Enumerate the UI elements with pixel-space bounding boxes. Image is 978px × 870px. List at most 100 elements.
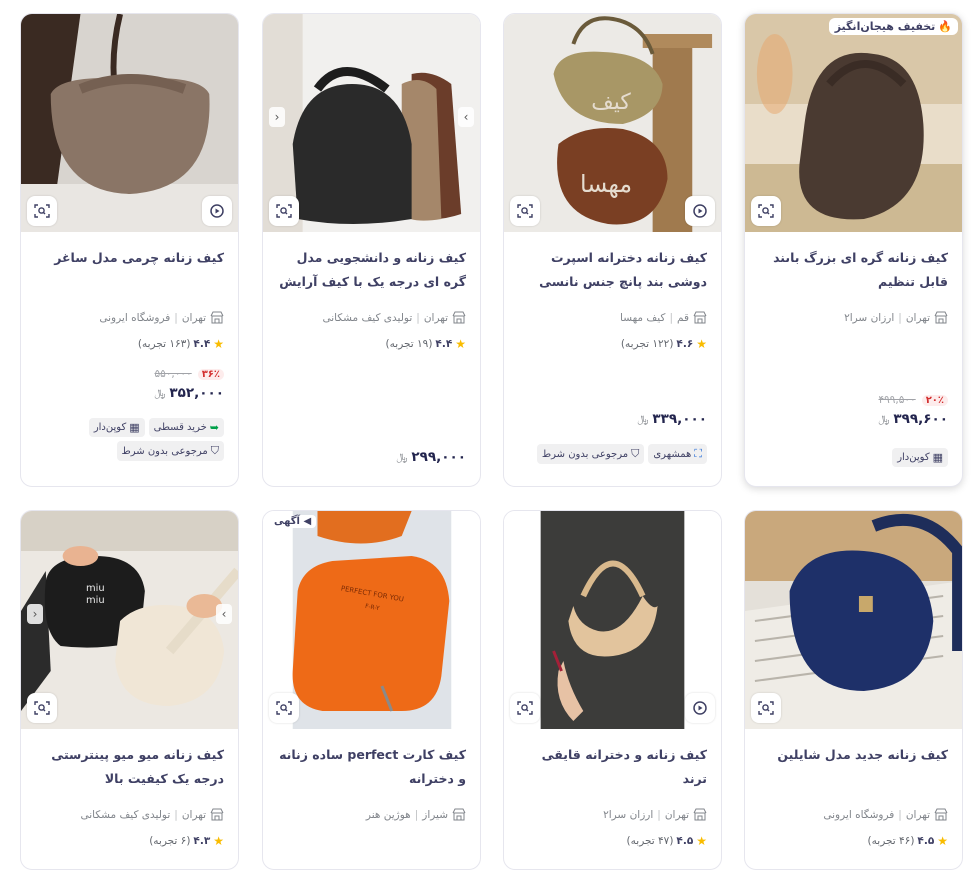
rating: ★ ۴.۵ (۴۶ تجربه) [867,834,948,848]
product-image[interactable]: کیف مهسا [504,14,721,232]
star-icon: ★ [455,337,466,351]
product-image[interactable]: ‹ › [263,14,480,232]
shop-icon [452,808,466,821]
shop-city: تهران [181,809,206,821]
similar-search-button[interactable] [269,196,299,226]
shop-icon [934,808,948,821]
scan-search-icon [34,204,50,218]
similar-search-button[interactable] [510,196,540,226]
shield-check-icon: ⛉ [631,447,640,460]
video-button[interactable] [685,693,715,723]
prev-image-button[interactable]: ‹ [269,107,285,127]
tags: ⛶ همشهری ⛉ مرجوعی بدون شرط [518,444,707,464]
similar-search-button[interactable] [751,196,781,226]
shop-name[interactable]: ارزان سرا۲ [603,809,653,821]
star-icon: ★ [213,834,224,848]
scan-search-icon [34,701,50,715]
discount-badge: ۳۶٪ [197,368,224,380]
shop-city: تهران [181,312,206,324]
ad-badge: ◀ آگهی [269,515,317,528]
product-card[interactable]: PERFECT FOR YOU F-R-Y ◀ آگهی کیف کارت pe… [262,510,481,870]
rating: ★ ۴.۵ (۴۷ تجربه) [626,834,707,848]
old-price: ۵۵۰,۰۰۰ [154,368,192,380]
shop-info: تهران | فروشگاه ایرونی [759,805,948,825]
toman-icon: ﷼ [878,413,890,425]
scan-search-icon [517,204,533,218]
product-card[interactable]: 🔥 تخفیف هیجان‌انگیز کیف زنانه گره ای بزرگ… [744,13,963,487]
rating: ★ ۴.۴ (۱۶۳ تجربه) [137,337,224,351]
return-tag: ⛉ مرجوعی بدون شرط [536,444,645,464]
shop-name[interactable]: فروشگاه ایرونی [99,312,170,324]
shop-icon [693,311,707,324]
shop-info: تهران | فروشگاه ایرونی [35,308,224,328]
shop-city: تهران [423,312,448,324]
shop-name[interactable]: تولیدی کیف مشکانی [322,312,412,324]
shop-name[interactable]: کیف مهسا [620,312,665,324]
price: ﷼ ۳۹۹,۶۰۰ [878,411,948,427]
product-image[interactable]: PERFECT FOR YOU F-R-Y ◀ آگهی [263,511,480,729]
shop-name[interactable]: ارزان سرا۲ [844,312,894,324]
toman-icon: ﷼ [154,387,166,399]
product-title[interactable]: کیف زنانه چرمی مدل ساغر [35,246,224,294]
product-image[interactable] [504,511,721,729]
product-image[interactable]: 🔥 تخفیف هیجان‌انگیز [745,14,962,232]
star-icon: ★ [937,834,948,848]
product-image[interactable] [745,511,962,729]
product-title[interactable]: کیف زنانه میو میو پینترستی درجه یک کیفیت… [35,743,224,791]
next-image-button[interactable]: › [458,107,474,127]
shop-city: تهران [905,312,930,324]
product-title[interactable]: کیف کارت perfect ساده زنانه و دخترانه [277,743,466,791]
product-title[interactable]: کیف زنانه و دانشجویی مدل گره ای درجه یک … [277,246,466,294]
shop-info: تهران | ارزان سرا۲ [518,805,707,825]
scan-search-icon [517,701,533,715]
video-button[interactable] [685,196,715,226]
image-text: مهسا [580,170,632,198]
product-title[interactable]: کیف زنانه جدید مدل شایلین [759,743,948,791]
product-image[interactable]: miu miu ‹ › [21,511,238,729]
product-grid: 🔥 تخفیف هیجان‌انگیز کیف زنانه گره ای بزرگ… [0,0,978,870]
product-title[interactable]: کیف زنانه دخترانه اسپرت دوشی بند پانچ جن… [518,246,707,294]
similar-search-button[interactable] [27,693,57,723]
similar-search-button[interactable] [751,693,781,723]
next-image-button[interactable]: › [216,604,232,624]
product-image[interactable] [21,14,238,232]
coupon-icon: ▦ [932,451,943,464]
return-tag: ⛉ مرجوعی بدون شرط [116,441,224,461]
coupon-tag: ▦ کوپن‌دار [88,418,145,437]
shop-info: تهران | تولیدی کیف مشکانی [277,308,466,328]
prev-image-button[interactable]: ‹ [27,604,43,624]
installment-tag: ➥ خرید قسطی [148,418,224,437]
product-card[interactable]: ‹ › کیف زنانه و دانشجویی مدل گره ای درجه… [262,13,481,487]
similar-search-button[interactable] [269,693,299,723]
hamshahri-tag: ⛶ همشهری [648,444,707,464]
product-title[interactable]: کیف زنانه و دخترانه قایقی ترند [518,743,707,791]
product-card[interactable]: کیف مهسا کیف زنانه دخترانه اسپرت دوشی بن… [503,13,722,487]
product-card[interactable]: کیف زنانه جدید مدل شایلین تهران | فروشگا… [744,510,963,870]
shop-info: قم | کیف مهسا [518,308,707,328]
shop-name[interactable]: تولیدی کیف مشکانی [80,809,170,821]
star-icon: ★ [213,337,224,351]
coupon-tag: ▦ کوپن‌دار [892,448,948,467]
similar-search-button[interactable] [510,693,540,723]
toman-icon: ﷼ [396,451,408,463]
shop-icon [934,311,948,324]
shop-city: شیراز [422,809,448,821]
shield-check-icon: ⛉ [210,444,219,457]
shop-city: تهران [905,809,930,821]
scan-search-icon [276,204,292,218]
tags: ▦ کوپن‌دار [759,448,948,467]
video-button[interactable] [202,196,232,226]
old-price-row: ۵۵۰,۰۰۰ ۳۶٪ [35,366,224,382]
product-title[interactable]: کیف زنانه گره ای بزرگ باىند قابل تنظیم [759,246,948,294]
local-icon: ⛶ [694,447,702,460]
image-text: کیف [591,90,631,115]
product-card[interactable]: کیف زنانه چرمی مدل ساغر تهران | فروشگاه … [20,13,239,487]
shop-name[interactable]: فروشگاه ایرونی [823,809,894,821]
shop-name[interactable]: هوژین هنر [366,809,411,821]
product-card[interactable]: miu miu ‹ › کیف زنانه میو میو پینترستی د… [20,510,239,870]
similar-search-button[interactable] [27,196,57,226]
play-circle-icon [693,701,707,715]
old-price-row: ۴۹۹,۵۰۰ ۲۰٪ [759,392,948,408]
shop-city: قم [676,312,689,324]
product-card[interactable]: کیف زنانه و دخترانه قایقی ترند تهران | ا… [503,510,722,870]
